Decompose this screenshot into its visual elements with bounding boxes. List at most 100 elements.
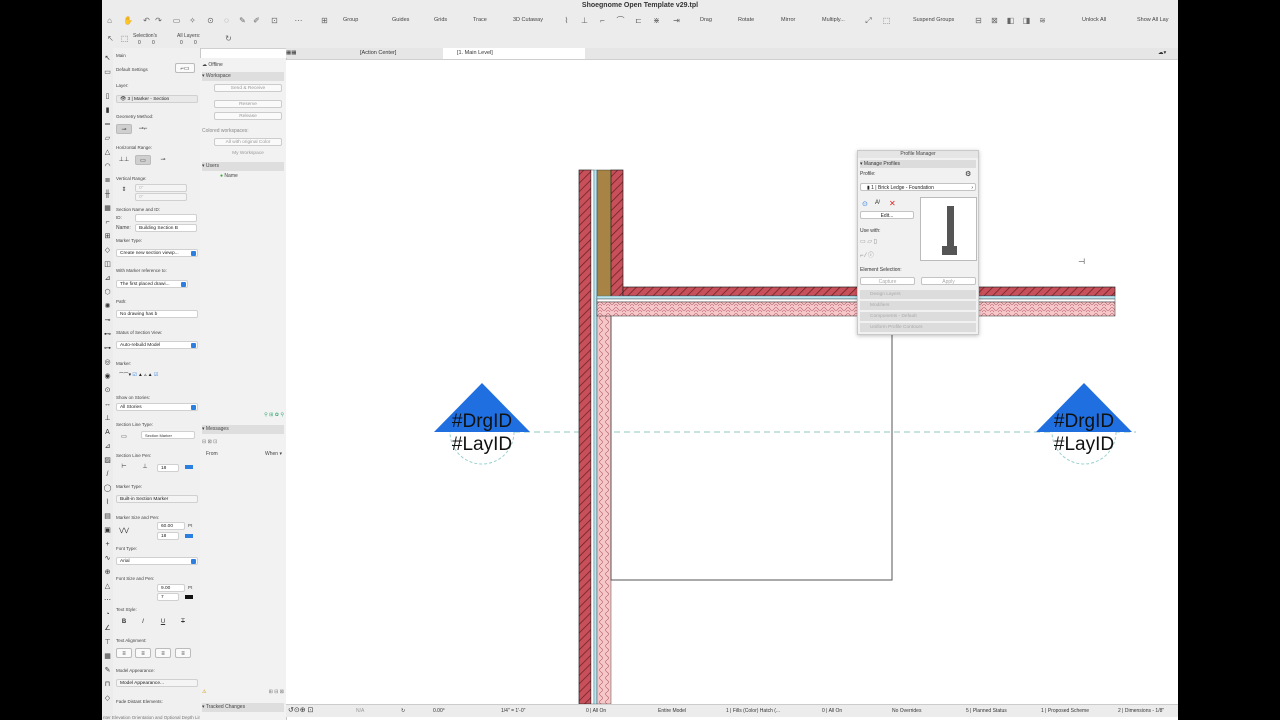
column-tool-icon[interactable]: ▮: [103, 106, 112, 115]
rotate-button[interactable]: Rotate: [738, 17, 754, 23]
model-view-field[interactable]: Entire Model: [658, 708, 686, 714]
apply-button[interactable]: Apply: [921, 277, 976, 285]
marker-type-select[interactable]: Create new section viewp...: [116, 249, 198, 257]
tab-main-level[interactable]: [1. Main Level]: [443, 48, 585, 59]
pen-color-swatch[interactable]: [185, 465, 193, 469]
align-center-button[interactable]: ≡: [135, 648, 151, 658]
group-button[interactable]: Group: [343, 17, 358, 23]
vertical-top-field[interactable]: 0": [135, 184, 187, 192]
dimension-tool-icon[interactable]: ↔: [103, 400, 112, 409]
overrides-field[interactable]: No Overrides: [892, 708, 921, 714]
profile-select[interactable]: ▮ 1 | Brick Ledge - Foundation ›: [860, 183, 976, 191]
pen-set-field[interactable]: 1 | Fills (Color) Hatch (...: [726, 708, 780, 714]
angle-field[interactable]: 0.00°: [433, 708, 445, 714]
arc-tool-icon[interactable]: ◯: [103, 484, 112, 493]
modifiers-section[interactable]: Modifiers: [860, 301, 976, 310]
line-tool-icon[interactable]: /: [103, 470, 112, 479]
morph-tool-icon[interactable]: ⬡: [103, 288, 112, 297]
label-tool-icon[interactable]: ⊿: [103, 442, 112, 451]
worksheet-tool-icon[interactable]: ◎: [103, 358, 112, 367]
align-left-button[interactable]: ≡: [116, 648, 132, 658]
components-section[interactable]: Components - Default: [860, 312, 976, 321]
bring-front-icon[interactable]: ◧: [1006, 16, 1015, 25]
structure-field[interactable]: 1 | Proposed Scheme: [1041, 708, 1089, 714]
level-dimension-icon[interactable]: ⊥: [103, 414, 112, 423]
use-with-beam-icons[interactable]: ⌐ ⁄ ⓘ: [860, 250, 976, 259]
marker-style-controls[interactable]: ⌒⌒▾ ☑ ▲ ▵ ▲ ☑: [116, 372, 198, 380]
table-tool-icon[interactable]: ▦: [103, 652, 112, 661]
manage-profiles-header[interactable]: ▾ Manage Profiles: [860, 160, 976, 168]
changes-tools[interactable]: ⚠ ⊞ ⊟ ⊠: [202, 688, 284, 697]
offset-icon[interactable]: ⊏: [634, 16, 643, 25]
radial-dim-icon[interactable]: ◔: [103, 610, 112, 619]
users-tools[interactable]: ⚲ ⊞ ✿ ⚲: [202, 411, 284, 420]
horizontal-limited-button[interactable]: ▭: [135, 155, 151, 165]
strikethrough-button[interactable]: T: [175, 617, 191, 627]
unlock-all-button[interactable]: Unlock All: [1082, 17, 1106, 23]
marquee-tool-icon[interactable]: ▭: [103, 68, 112, 77]
underline-button[interactable]: U: [155, 617, 171, 627]
undo-icon[interactable]: ↶: [142, 16, 151, 25]
object-tool-icon[interactable]: ◇: [103, 246, 112, 255]
capture-button[interactable]: Capture: [860, 277, 915, 285]
refresh-icon[interactable]: ↻: [224, 34, 233, 43]
inject-icon[interactable]: ◌: [222, 16, 231, 25]
grids-button[interactable]: Grids: [434, 17, 447, 23]
pan-icon[interactable]: ✋: [123, 16, 133, 25]
hotspot-tool-icon[interactable]: +: [103, 540, 112, 549]
use-with-wall-icons[interactable]: ▭ ▱ ▯: [860, 238, 976, 245]
curtain-wall-icon[interactable]: ▦: [103, 204, 112, 213]
text-tool-icon[interactable]: A: [103, 428, 112, 437]
tool-icon[interactable]: ▭: [172, 16, 181, 25]
font-type-select[interactable]: Arial: [116, 557, 198, 565]
pick-up-icon[interactable]: ⊙: [206, 16, 215, 25]
explode-icon[interactable]: ⋇: [652, 16, 661, 25]
marker-pen-swatch[interactable]: [185, 534, 193, 538]
from-column[interactable]: From: [206, 451, 218, 457]
change-tool-icon[interactable]: △: [103, 582, 112, 591]
align-right-button[interactable]: ≡: [155, 648, 171, 658]
camera-tool-icon[interactable]: ⊙: [103, 386, 112, 395]
trace-button[interactable]: Trace: [473, 17, 487, 23]
figure-tool-icon[interactable]: ▣: [103, 526, 112, 535]
trim-icon[interactable]: ⌐: [598, 16, 607, 25]
elev-dim-icon[interactable]: ⊤: [103, 638, 112, 647]
layer-combination-field[interactable]: 0 | All On: [586, 708, 606, 714]
fillet-icon[interactable]: ⌒: [616, 16, 625, 25]
section-line-pen-field[interactable]: 18: [157, 464, 179, 472]
drag-button[interactable]: Drag: [700, 17, 712, 23]
uniform-contours-section[interactable]: Uniform Profile Contours: [860, 323, 976, 332]
polyline-tool-icon[interactable]: ⌇: [103, 498, 112, 507]
new-profile-icon[interactable]: ⊙: [862, 200, 868, 208]
geometry-staggered-button[interactable]: ⊸⌐: [135, 124, 151, 134]
suspend-groups-button[interactable]: Suspend Groups: [913, 17, 954, 23]
color-mode-select[interactable]: All with original Color: [214, 138, 282, 146]
eyedropper-icon[interactable]: ✎: [238, 16, 247, 25]
marquee-icon[interactable]: ⬚: [120, 34, 129, 43]
arrow-tool-icon[interactable]: ↖: [103, 54, 112, 63]
edit-profile-button[interactable]: Edit...: [860, 211, 914, 219]
zoom-field[interactable]: N/A: [356, 708, 364, 714]
detail-tool-icon[interactable]: ◉: [103, 372, 112, 381]
opening-tool-icon[interactable]: ⊓: [103, 680, 112, 689]
align-justify-button[interactable]: ≡: [175, 648, 191, 658]
spline-tool-icon[interactable]: ∿: [103, 554, 112, 563]
floor-plan-canvas[interactable]: #DrgID #LayID #DrgID #LayID ⊣: [286, 60, 1178, 705]
rename-profile-icon[interactable]: Aᴵ: [875, 200, 880, 206]
mesh-tool-icon[interactable]: ⊿: [103, 274, 112, 283]
dimensions-field[interactable]: 2 | Dimensions - 1/8": [1118, 708, 1164, 714]
reserve-button[interactable]: Reserve: [214, 100, 282, 108]
design-layers-section[interactable]: Design Layers: [860, 290, 976, 299]
tab-options-icon[interactable]: ☁▾: [1158, 48, 1176, 59]
skylight-tool-icon[interactable]: ◇: [103, 694, 112, 703]
zoom-controls[interactable]: ↺⊙⊕ ⊡: [288, 706, 313, 714]
messages-header[interactable]: ▾ Messages: [202, 425, 284, 434]
magic-wand-icon[interactable]: ✧: [188, 16, 197, 25]
section-marker-right[interactable]: #DrgID #LayID: [1036, 383, 1132, 465]
tabs-overview-icon[interactable]: ▦▦: [286, 48, 302, 59]
marker-reference-select[interactable]: The first placed drawi...: [116, 280, 188, 288]
horizontal-infinite-button[interactable]: ⊥⊥: [116, 155, 132, 165]
vertical-bottom-field[interactable]: 0": [135, 193, 187, 201]
show-on-stories-select[interactable]: All Stories: [116, 403, 198, 411]
wall-tool-icon[interactable]: ▯: [103, 92, 112, 101]
